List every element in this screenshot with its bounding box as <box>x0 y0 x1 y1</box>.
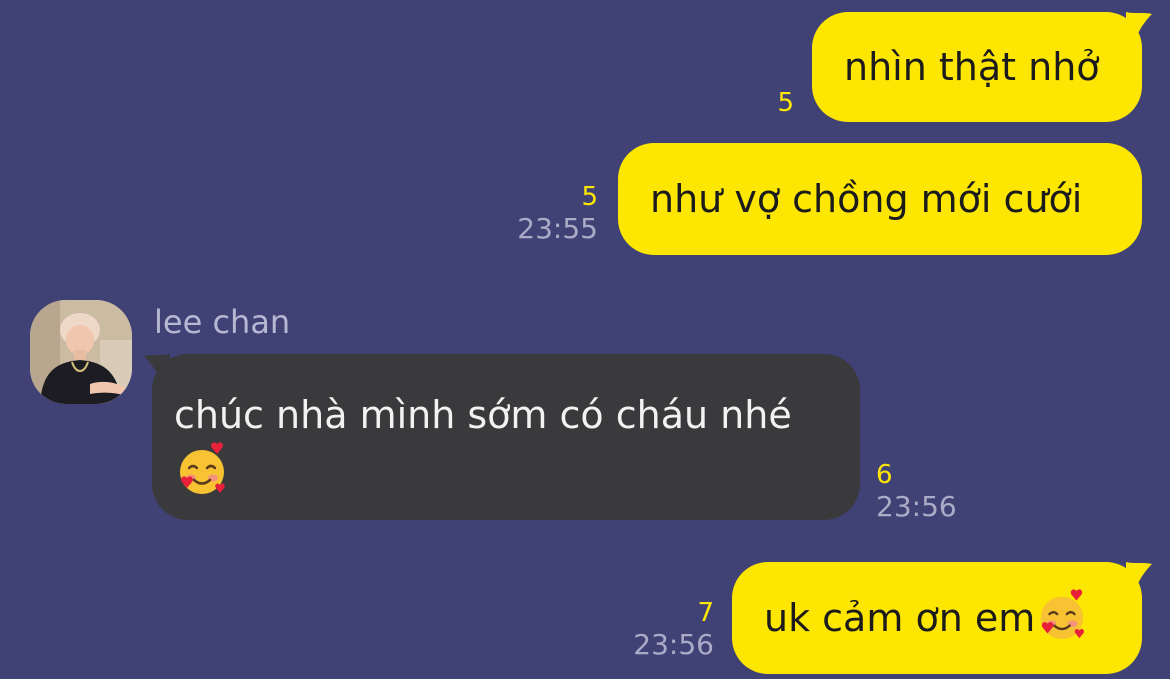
message-meta: 5 <box>734 88 794 118</box>
unread-count: 5 <box>581 182 598 212</box>
incoming-message-bubble[interactable]: chúc nhà mình sớm có cháu nhé <box>152 354 860 520</box>
bubble-tail <box>1126 562 1152 588</box>
message-text: chúc nhà mình sớm có cháu nhé <box>174 393 792 437</box>
outgoing-message-bubble[interactable]: như vợ chồng mới cưới <box>618 143 1142 255</box>
message-text: nhìn thật nhở <box>844 45 1100 89</box>
unread-count: 5 <box>777 88 794 118</box>
message-time: 23:56 <box>633 628 714 661</box>
unread-count: 6 <box>876 460 893 490</box>
bubble-tail <box>1126 12 1152 38</box>
message-meta: 5 23:55 <box>478 182 598 246</box>
avatar[interactable] <box>30 300 132 404</box>
unread-count: 7 <box>697 598 714 628</box>
message-time: 23:55 <box>517 212 598 245</box>
message-meta: 7 23:56 <box>594 598 714 662</box>
message-meta: 6 23:56 <box>876 460 976 524</box>
profile-photo <box>30 300 132 404</box>
outgoing-message-bubble[interactable]: nhìn thật nhở <box>812 12 1142 122</box>
sender-name: lee chan <box>154 303 291 341</box>
outgoing-message-bubble[interactable]: uk cảm ơn em <box>732 562 1142 674</box>
message-text: uk cảm ơn em <box>764 596 1036 640</box>
chat-thread: 5 nhìn thật nhở 5 23:55 như vợ chồng mới… <box>0 0 1170 679</box>
message-text: như vợ chồng mới cưới <box>650 177 1083 221</box>
message-time: 23:56 <box>876 490 957 523</box>
smiling-face-with-hearts-icon <box>180 442 225 494</box>
smiling-face-with-hearts-icon <box>1041 588 1085 639</box>
